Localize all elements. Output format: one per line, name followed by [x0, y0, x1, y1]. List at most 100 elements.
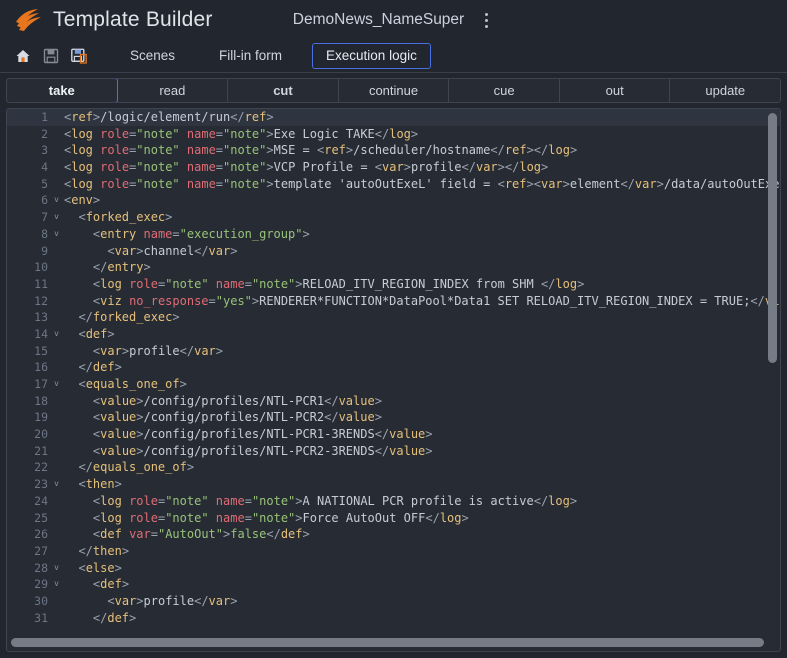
command-tab-cue[interactable]: cue — [449, 79, 560, 102]
line-number: 5 — [41, 176, 48, 191]
code-line-content: <log role="note" name="note">Force AutoO… — [92, 510, 469, 525]
code-row[interactable]: 15 <var>profile</var> — [7, 343, 780, 360]
line-number: 16 — [34, 360, 48, 375]
command-tab-continue[interactable]: continue — [338, 79, 450, 102]
code-lines: 1 <ref>/logic/element/run</ref> 2 <log role… — [7, 109, 780, 626]
tab-execution-logic[interactable]: Execution logic — [312, 43, 431, 69]
code-row[interactable]: 7v <forked_exec> — [7, 209, 780, 226]
section-tabs: Scenes Fill-in form Execution logic — [116, 43, 447, 69]
code-line-content: <def> — [92, 577, 130, 592]
code-line-content: <value>/config/profiles/NTL-PCR1</value> — [92, 393, 382, 408]
template-builder-window: Template Builder DemoNews_NameSuper Scen… — [0, 0, 787, 658]
code-row[interactable]: 1 <ref>/logic/element/run</ref> — [7, 109, 780, 126]
line-number: 21 — [34, 443, 48, 458]
code-row[interactable]: 11 <log role="note" name="note">RELOAD_I… — [7, 276, 780, 293]
code-line-content: <log role="note" name="note">RELOAD_ITV_… — [92, 276, 585, 291]
command-tab-label: update — [705, 83, 746, 98]
code-row[interactable]: 25 <log role="note" name="note">Force Au… — [7, 510, 780, 527]
chevron-down-icon[interactable]: v — [51, 209, 62, 226]
vizrt-swoosh-logo — [12, 6, 46, 34]
chevron-down-icon[interactable]: v — [51, 192, 62, 209]
code-row[interactable]: 2 <log role="note" name="note">Exe Logic … — [7, 126, 780, 143]
horizontal-scrollbar[interactable] — [11, 638, 764, 647]
document-name: DemoNews_NameSuper — [292, 11, 465, 28]
command-tab-update[interactable]: update — [670, 79, 780, 102]
line-number: 26 — [34, 527, 48, 542]
command-tab-take[interactable]: take — [7, 79, 118, 102]
code-row[interactable]: 6 v <env> — [7, 192, 780, 209]
code-line-content: <entry name="execution_group"> — [92, 226, 310, 241]
code-row[interactable]: 9 <var>channel</var> — [7, 243, 780, 260]
code-row[interactable]: 31 </def> — [7, 610, 780, 627]
code-row[interactable]: 30 <var>profile</var> — [7, 593, 780, 610]
code-row[interactable]: 14 v <def> — [7, 326, 780, 343]
chevron-down-icon[interactable]: v — [51, 476, 62, 493]
line-number: 24 — [34, 493, 48, 508]
code-line-content: <log role="note" name="note">Exe Logic T… — [64, 126, 419, 141]
more-vertical-icon[interactable] — [478, 10, 494, 30]
code-line-content: <def var="AutoOut">false</def> — [92, 527, 310, 542]
code-line-content: <value>/config/profiles/NTL-PCR2-3RENDS<… — [92, 443, 433, 458]
code-line-content: <var>profile</var> — [107, 593, 238, 608]
code-line-content: <then> — [78, 477, 122, 492]
code-row[interactable]: 21 <value>/config/profiles/NTL-PCR2-3REN… — [7, 443, 780, 460]
code-row[interactable]: 16 </def> — [7, 359, 780, 376]
tab-scenes[interactable]: Scenes — [116, 43, 189, 69]
tab-fill-in-form-label: Fill-in form — [219, 48, 283, 63]
tab-execution-logic-label: Execution logic — [326, 48, 417, 63]
code-row[interactable]: 22 </equals_one_of> — [7, 459, 780, 476]
code-row[interactable]: 24 <log role="note" name="note">A NATION… — [7, 493, 780, 510]
code-line-content: <log role="note" name="note">VCP Profile… — [64, 160, 549, 175]
vertical-scrollbar[interactable] — [768, 113, 777, 629]
code-line-content: <ref>/logic/element/run</ref> — [64, 110, 274, 124]
code-line-content: <forked_exec> — [78, 210, 173, 225]
command-tab-label: cue — [493, 83, 515, 98]
save-icon[interactable] — [38, 44, 64, 68]
line-number: 18 — [34, 393, 48, 408]
horizontal-scrollbar-thumb[interactable] — [11, 638, 764, 647]
code-line-content: </def> — [78, 360, 122, 375]
line-number: 28 — [34, 560, 48, 575]
chevron-down-icon[interactable]: v — [51, 376, 62, 393]
tab-fill-in-form[interactable]: Fill-in form — [205, 43, 296, 69]
line-number: 29 — [34, 577, 48, 592]
code-row[interactable]: 18 <value>/config/profiles/NTL-PCR1</val… — [7, 393, 780, 410]
code-row[interactable]: 27 </then> — [7, 543, 780, 560]
line-number: 10 — [34, 260, 48, 275]
app-header: Template Builder DemoNews_NameSuper — [0, 0, 787, 40]
line-number: 14 — [34, 326, 48, 341]
code-row[interactable]: 19 <value>/config/profiles/NTL-PCR2</val… — [7, 409, 780, 426]
command-tab-out[interactable]: out — [559, 79, 671, 102]
code-row[interactable]: 26 <def var="AutoOut">false</def> — [7, 526, 780, 543]
line-number: 12 — [34, 293, 48, 308]
chevron-down-icon[interactable]: v — [51, 226, 62, 243]
chevron-down-icon[interactable]: v — [51, 326, 62, 343]
code-line-content: <log role="note" name="note">template 'a… — [64, 176, 780, 191]
save-as-icon[interactable] — [66, 44, 92, 68]
code-row[interactable]: 28 v <else> — [7, 560, 780, 577]
execution-logic-editor[interactable]: 1 <ref>/logic/element/run</ref> 2 <log role… — [6, 108, 781, 652]
code-row[interactable]: 5 <log role="note" name="note">template '… — [7, 176, 780, 193]
command-tabs-wrap: take read cut continue cue out update — [0, 73, 787, 103]
code-row[interactable]: 4 <log role="note" name="note">VCP Profil… — [7, 159, 780, 176]
vertical-scrollbar-thumb[interactable] — [768, 113, 777, 363]
chevron-down-icon[interactable]: v — [51, 560, 62, 577]
code-row[interactable]: 29 v <def> — [7, 576, 780, 593]
code-row[interactable]: 3 <log role="note" name="note">MSE = <ref… — [7, 142, 780, 159]
code-line-content: <var>profile</var> — [92, 343, 224, 358]
code-row[interactable]: 23 v <then> — [7, 476, 780, 493]
code-row[interactable]: 12 <viz no_response="yes">RENDERER*FUNCT… — [7, 293, 780, 310]
code-row[interactable]: 20 <value>/config/profiles/NTL-PCR1-3REN… — [7, 426, 780, 443]
code-line-content: <else> — [78, 560, 122, 575]
command-tab-read[interactable]: read — [117, 79, 229, 102]
command-tab-cut[interactable]: cut — [228, 79, 339, 102]
code-row[interactable]: 10 </entry> — [7, 259, 780, 276]
chevron-down-icon[interactable]: v — [51, 576, 62, 593]
code-row[interactable]: 8v <entry name="execution_group"> — [7, 226, 780, 243]
code-row[interactable]: 17 v <equals_one_of> — [7, 376, 780, 393]
code-row[interactable]: 13 </forked_exec> — [7, 309, 780, 326]
tab-scenes-label: Scenes — [130, 48, 176, 63]
command-tabs: take read cut continue cue out update — [6, 78, 781, 103]
command-tab-label: out — [605, 83, 624, 98]
home-icon[interactable] — [10, 44, 36, 68]
